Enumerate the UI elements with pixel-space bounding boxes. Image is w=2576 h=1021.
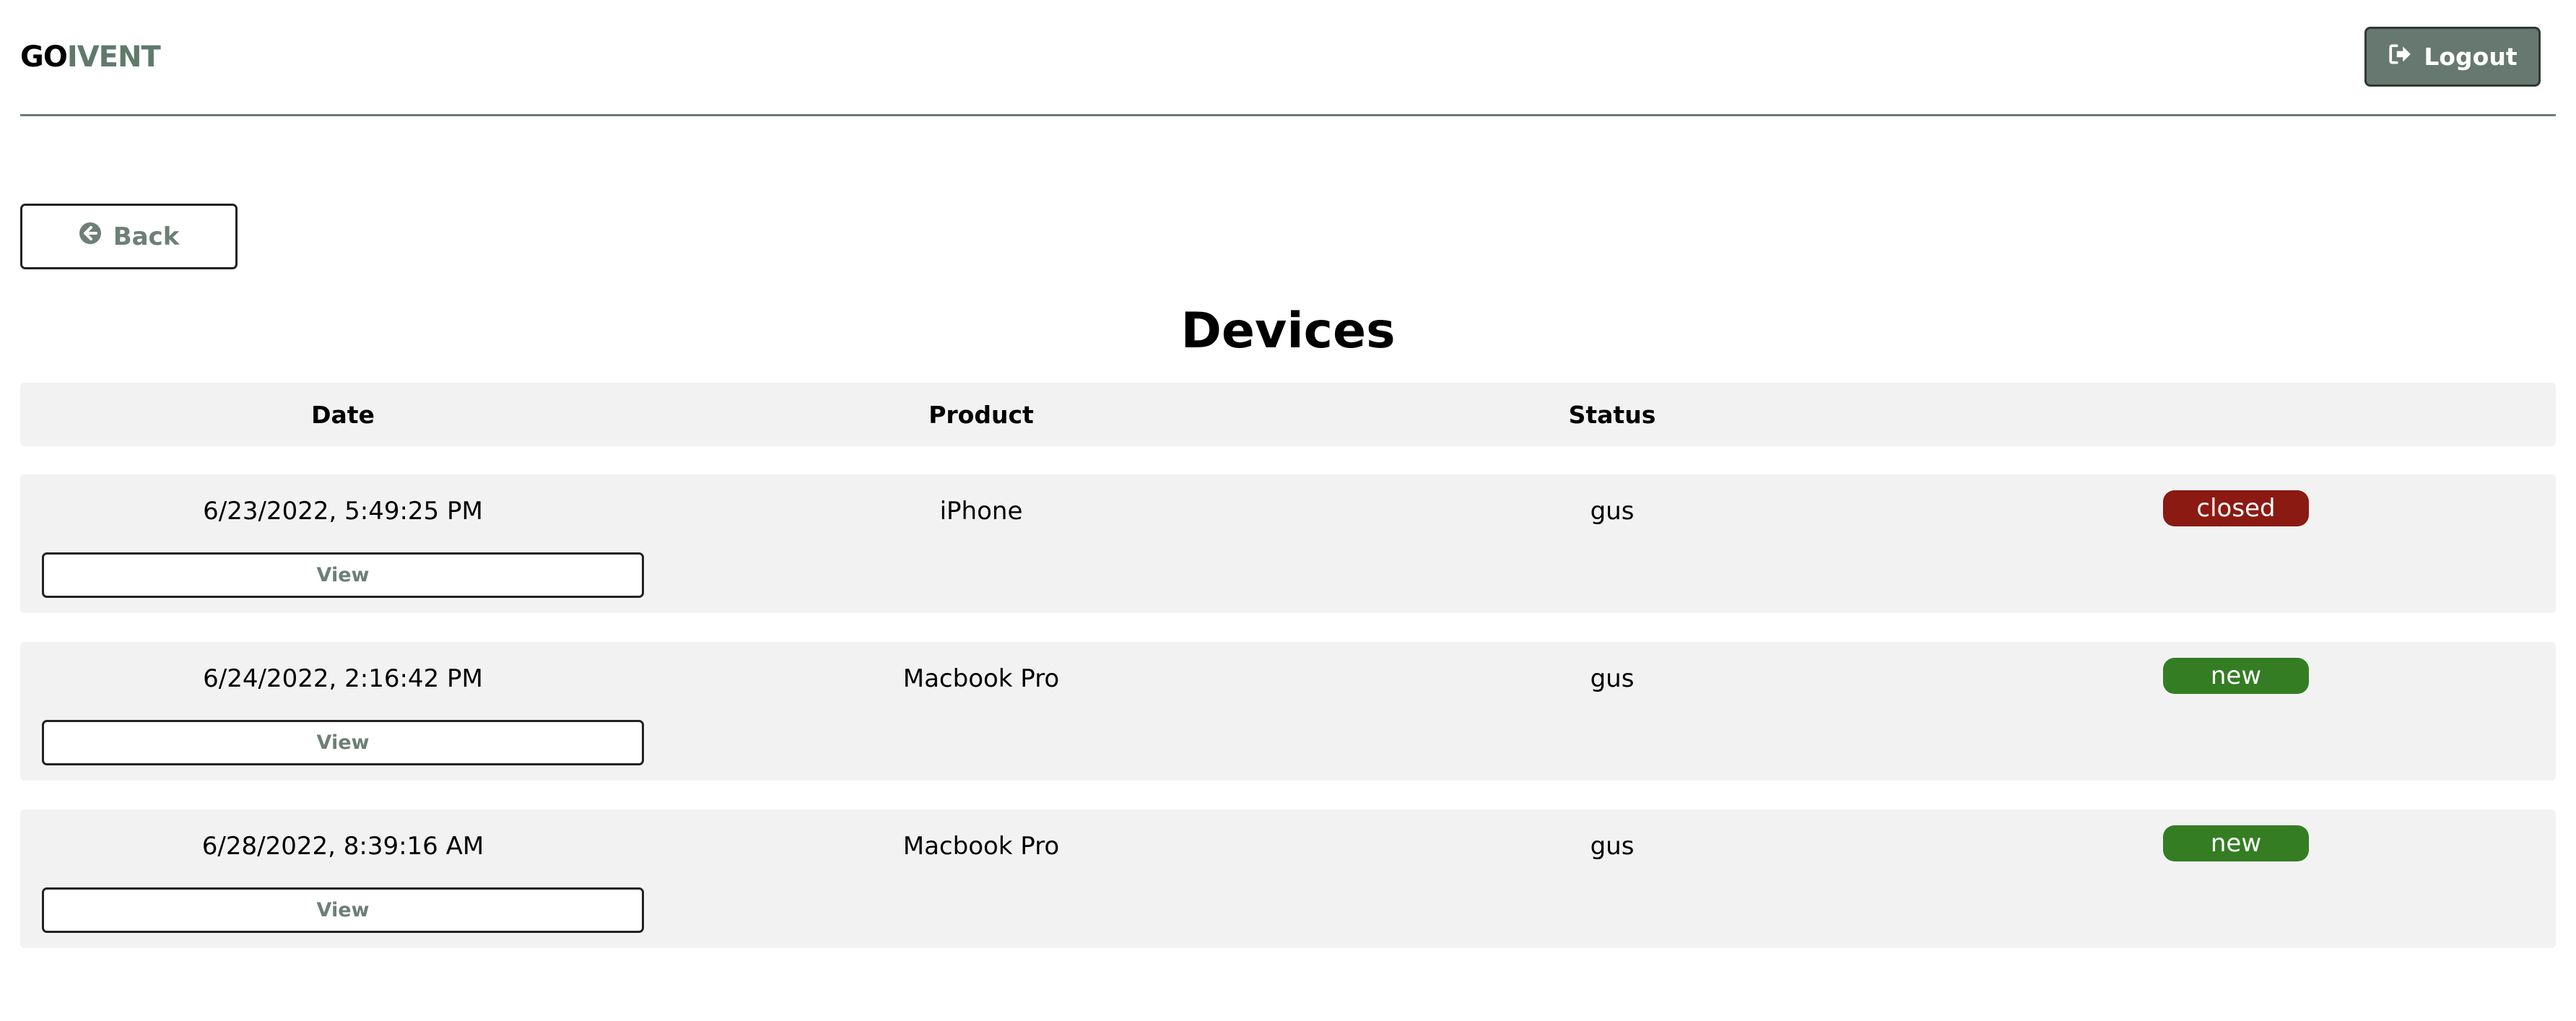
table-row: 6/23/2022, 5:49:25 PM iPhone gus closed … — [20, 474, 2556, 613]
top-header: GOIVENT — [20, 0, 2556, 116]
view-button[interactable]: View — [42, 887, 644, 933]
row-date: 6/24/2022, 2:16:42 PM — [203, 664, 483, 693]
row-status: gus — [1590, 832, 1635, 861]
view-button[interactable]: View — [42, 552, 644, 598]
logout-button[interactable]: Logout — [2364, 27, 2541, 87]
column-header-product: Product — [928, 400, 1034, 429]
arrow-circle-left-icon — [79, 222, 102, 251]
view-button[interactable]: View — [42, 720, 644, 765]
sign-out-icon — [2388, 42, 2412, 72]
row-status: gus — [1590, 664, 1635, 693]
table-row: 6/24/2022, 2:16:42 PM Macbook Pro gus ne… — [20, 642, 2556, 781]
back-label: Back — [113, 222, 180, 251]
page-title: Devices — [1180, 303, 1396, 360]
row-date: 6/23/2022, 5:49:25 PM — [203, 497, 483, 526]
app-logo[interactable]: GOIVENT — [20, 40, 161, 74]
logo-part-go: GO — [20, 40, 68, 74]
column-header-status: Status — [1568, 400, 1656, 429]
logout-label: Logout — [2424, 43, 2518, 71]
status-badge: new — [2163, 825, 2309, 861]
status-badge: closed — [2163, 490, 2309, 526]
row-product: Macbook Pro — [902, 664, 1060, 693]
row-status: gus — [1590, 497, 1635, 526]
table-row: 6/28/2022, 8:39:16 AM Macbook Pro gus ne… — [20, 809, 2556, 948]
logo-part-ivent: IVENT — [66, 40, 161, 74]
row-product: iPhone — [939, 497, 1023, 526]
table-header: Date Product Status — [20, 383, 2556, 446]
row-product: Macbook Pro — [902, 832, 1060, 861]
status-badge: new — [2163, 658, 2309, 694]
back-button[interactable]: Back — [20, 204, 238, 269]
row-date: 6/28/2022, 8:39:16 AM — [201, 832, 484, 861]
column-header-date: Date — [311, 400, 375, 429]
